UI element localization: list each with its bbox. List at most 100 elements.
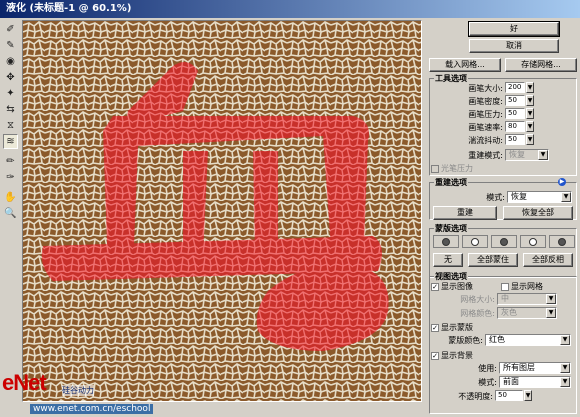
mask-intersect-icon	[529, 237, 537, 246]
tool-field-input[interactable]: 80	[505, 121, 525, 132]
mesh-color-value: 灰色	[501, 308, 517, 317]
reconstruct-mode-label-2: 模式:	[486, 193, 505, 202]
mask-color-select[interactable]: 红色 ▼	[485, 334, 571, 346]
use-label: 使用:	[478, 364, 497, 373]
show-image-label: 显示图像	[441, 282, 473, 291]
push-left-tool-icon[interactable]: ⇆	[3, 102, 18, 117]
opacity-input[interactable]: 50	[495, 390, 523, 401]
chevron-down-icon: ▼	[560, 335, 570, 345]
backdrop-mode-label: 模式:	[478, 378, 497, 387]
mask-color-label: 蒙版颜色:	[448, 336, 483, 345]
tool-field-label: 湍流抖动:	[468, 136, 503, 145]
tool-field-label: 画笔速率:	[468, 123, 503, 132]
tool-field-arrow-icon[interactable]: ▼	[526, 121, 534, 132]
preview-image[interactable]	[23, 21, 421, 401]
forward-warp-tool-icon[interactable]: ✐	[3, 22, 18, 37]
preview-canvas[interactable]	[22, 20, 422, 402]
show-image-checkbox[interactable]: ✓ 显示图像	[431, 281, 473, 292]
show-mesh-checkbox[interactable]: 显示网格	[501, 281, 543, 292]
restore-all-button[interactable]: 恢复全部	[503, 206, 573, 220]
mask-invert-button[interactable]	[549, 235, 575, 248]
freeze-mask-tool-icon[interactable]: ✏	[3, 154, 18, 169]
show-backdrop-label: 显示背景	[441, 351, 473, 360]
use-select[interactable]: 所有图层 ▼	[499, 362, 571, 374]
watermark-url: www.enet.com.cn/eschool	[30, 404, 154, 414]
reconstruct-options-title: 重建选项	[434, 177, 468, 188]
reconstruct-mode-label: 重建模式:	[468, 151, 503, 160]
tool-field-input[interactable]: 50	[505, 134, 525, 145]
show-mesh-label: 显示网格	[511, 282, 543, 291]
load-mesh-button[interactable]: 载入网格...	[429, 58, 501, 72]
show-backdrop-checkbox[interactable]: ✓ 显示背景	[431, 350, 473, 361]
show-mask-checkbox[interactable]: ✓ 显示蒙版	[431, 322, 473, 333]
mesh-size-value: 中	[501, 294, 509, 303]
reconstruct-button[interactable]: 重建	[433, 206, 497, 220]
tool-field-arrow-icon[interactable]: ▼	[526, 82, 534, 93]
reconstruct-mode-value: 恢复	[509, 150, 525, 159]
mask-subtract-icon	[500, 237, 508, 246]
tool-field-label: 画笔密度:	[468, 97, 503, 106]
mask-invert-icon	[558, 237, 566, 246]
mask-color-value: 红色	[489, 335, 505, 344]
toolbar: ✐ ✎ ◉ ✥ ✦ ⇆ ⧖ ≋ ✏ ✑ ✋ 🔍	[3, 22, 20, 402]
chevron-down-icon: ▼	[546, 308, 556, 318]
tool-field-input[interactable]: 50	[505, 108, 525, 119]
opacity-label: 不透明度:	[458, 392, 493, 401]
bloat-tool-icon[interactable]: ✦	[3, 86, 18, 101]
tool-field-input[interactable]: 200	[505, 82, 525, 93]
show-mask-label: 显示蒙版	[441, 323, 473, 332]
invert-all-button[interactable]: 全部反相	[523, 253, 573, 267]
reconstruct-tool-icon[interactable]: ✎	[3, 38, 18, 53]
mesh-size-select: 中 ▼	[497, 293, 557, 305]
reconstruct-mode-value-2: 恢复	[511, 192, 527, 201]
liquify-dialog: 液化 (未标题-1 @ 60.1%) ✐ ✎ ◉ ✥ ✦ ⇆ ⧖ ≋ ✏ ✑ ✋ 🔍	[0, 0, 580, 417]
mask-add-icon	[471, 237, 479, 246]
backdrop-mode-value: 前面	[503, 377, 519, 386]
turbulence-tool-icon[interactable]: ≋	[3, 134, 18, 149]
mask-intersect-button[interactable]	[520, 235, 546, 248]
chevron-down-icon: ▼	[546, 294, 556, 304]
use-value: 所有图层	[503, 363, 535, 372]
tool-field-input[interactable]: 50	[505, 95, 525, 106]
watermark-tagline: 硅谷动力	[62, 385, 94, 396]
options-panel: 好 取消 载入网格... 存储网格... 工具选项 画笔大小: 200 ▼ 画笔密度:…	[425, 20, 580, 417]
hand-tool-icon[interactable]: ✋	[3, 190, 18, 205]
mirror-tool-icon[interactable]: ⧖	[3, 118, 18, 133]
mask-mode-buttons	[433, 235, 575, 249]
watermark-logo: eNet	[2, 370, 47, 395]
zoom-tool-icon[interactable]: 🔍	[3, 206, 18, 221]
reconstruct-mode-select: 恢复 ▼	[505, 149, 549, 161]
mask-add-button[interactable]	[462, 235, 488, 248]
save-mesh-button[interactable]: 存储网格...	[505, 58, 577, 72]
chevron-down-icon: ▼	[538, 150, 548, 160]
thaw-mask-tool-icon[interactable]: ✑	[3, 170, 18, 185]
options-menu-icon[interactable]: ▶	[558, 178, 566, 186]
mesh-size-label: 网格大小:	[460, 295, 495, 304]
chevron-down-icon: ▼	[561, 192, 571, 202]
backdrop-mode-select[interactable]: 前面 ▼	[499, 376, 571, 388]
mask-none-button[interactable]: 无	[433, 253, 463, 267]
mask-replace-icon	[442, 237, 450, 246]
stylus-pressure-label: 光笔压力	[441, 164, 473, 173]
twirl-tool-icon[interactable]: ◉	[3, 54, 18, 69]
tool-options-group	[429, 78, 577, 176]
pucker-tool-icon[interactable]: ✥	[3, 70, 18, 85]
mask-replace-button[interactable]	[433, 235, 459, 248]
mask-subtract-button[interactable]	[491, 235, 517, 248]
tool-field-arrow-icon[interactable]: ▼	[526, 134, 534, 145]
tool-field-label: 画笔大小:	[468, 84, 503, 93]
mesh-color-select: 灰色 ▼	[497, 307, 557, 319]
mask-options-title: 蒙版选项	[434, 223, 468, 234]
opacity-arrow-icon[interactable]: ▼	[524, 390, 532, 401]
cancel-button[interactable]: 取消	[469, 39, 559, 53]
ok-button[interactable]: 好	[468, 21, 560, 37]
mask-all-button[interactable]: 全部蒙住	[468, 253, 518, 267]
stylus-pressure-checkbox: 光笔压力	[431, 163, 473, 174]
reconstruct-mode-select-2[interactable]: 恢复 ▼	[507, 191, 572, 203]
tool-field-label: 画笔压力:	[468, 110, 503, 119]
tool-field-arrow-icon[interactable]: ▼	[526, 95, 534, 106]
tool-field-arrow-icon[interactable]: ▼	[526, 108, 534, 119]
window-title: 液化 (未标题-1 @ 60.1%)	[0, 0, 580, 18]
mesh-color-label: 网格颜色:	[460, 309, 495, 318]
chevron-down-icon: ▼	[560, 377, 570, 387]
